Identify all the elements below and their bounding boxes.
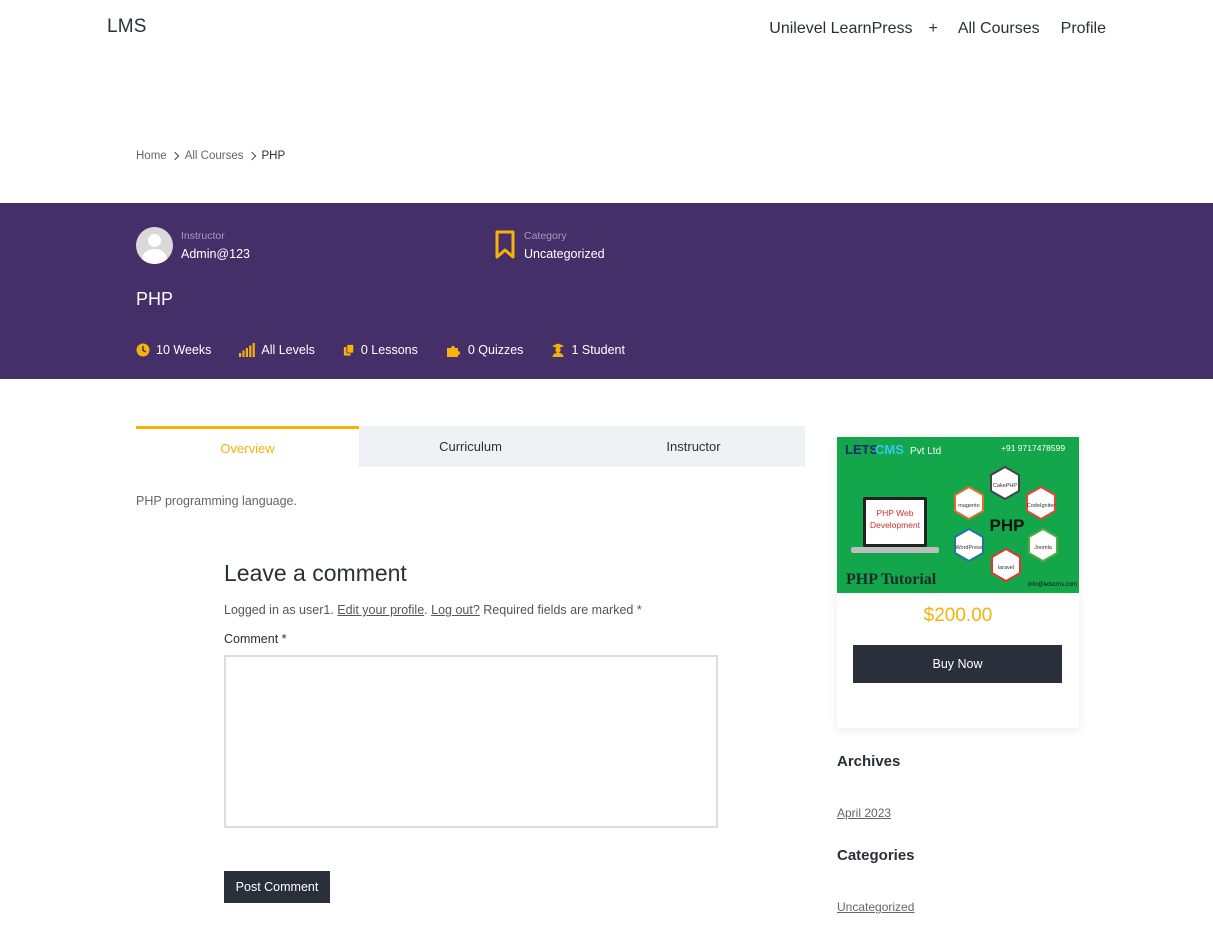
chevron-right-icon xyxy=(170,151,179,161)
hex-label-cakephp: CakePHP xyxy=(993,483,1017,489)
copy-icon xyxy=(343,344,355,356)
nav-item-profile[interactable]: Profile xyxy=(1061,20,1106,38)
post-comment-button[interactable]: Post Comment xyxy=(224,871,330,903)
tab-instructor[interactable]: Instructor xyxy=(582,426,805,467)
required-note: Required fields are marked * xyxy=(483,603,642,617)
stat-lessons-text: 0 Lessons xyxy=(360,343,418,357)
tab-curriculum[interactable]: Curriculum xyxy=(359,426,582,467)
banner-email: info@letscms.com xyxy=(1028,582,1077,588)
hex-label-joomla: Joomla xyxy=(1034,545,1053,551)
breadcrumb-current: PHP xyxy=(261,150,286,162)
category-value[interactable]: Uncategorized xyxy=(524,247,605,261)
stat-duration: 10 Weeks xyxy=(136,343,211,357)
graduate-icon xyxy=(552,343,565,357)
puzzle-icon xyxy=(446,346,460,357)
site-header: LMS Unilevel LearnPress + All Courses Pr… xyxy=(0,0,1213,60)
logout-link[interactable]: Log out? xyxy=(431,603,480,617)
stat-students-text: 1 Student xyxy=(571,343,625,357)
course-stats: 10 Weeks All Levels 0 Lessons 0 Quizzes … xyxy=(136,343,653,357)
hex-label-wordpress: WordPress xyxy=(955,545,982,551)
archives-title: Archives xyxy=(837,753,901,770)
banner-brand-a: LETS xyxy=(845,442,879,457)
php-tutorial-banner: LETS CMS Pvt Ltd +91 9717478599 PHP Web … xyxy=(837,437,1079,593)
comment-label: Comment * xyxy=(224,632,287,646)
site-logo[interactable]: LMS xyxy=(107,16,147,38)
stat-lessons: 0 Lessons xyxy=(343,343,418,357)
edit-profile-link[interactable]: Edit your profile xyxy=(337,603,424,617)
banner-brand-suffix: Pvt Ltd xyxy=(910,446,941,457)
category-label: Category xyxy=(524,230,567,242)
comment-textarea[interactable] xyxy=(224,655,718,828)
banner-caption: PHP Tutorial xyxy=(846,571,937,588)
logged-in-text: Logged in as user1. xyxy=(224,603,334,617)
submenu-plus-icon[interactable]: + xyxy=(928,20,937,38)
course-card: LETS CMS Pvt Ltd +91 9717478599 PHP Web … xyxy=(837,437,1079,728)
logged-in-line: Logged in as user1. Edit your profile. L… xyxy=(224,603,642,617)
tab-overview[interactable]: Overview xyxy=(136,426,359,467)
clock-icon xyxy=(136,343,150,357)
banner-big-text: PHP xyxy=(990,516,1025,535)
breadcrumb-all-courses[interactable]: All Courses xyxy=(185,150,244,162)
banner-brand-b: CMS xyxy=(875,442,904,457)
categories-title: Categories xyxy=(837,847,915,864)
buy-now-button[interactable]: Buy Now xyxy=(853,645,1062,683)
instructor-block: Instructor Admin@123 xyxy=(136,227,250,264)
overview-text: PHP programming language. xyxy=(136,494,297,508)
stat-level: All Levels xyxy=(239,343,315,357)
archive-link-april-2023[interactable]: April 2023 xyxy=(837,806,891,820)
main-nav: Unilevel LearnPress + All Courses Profil… xyxy=(769,20,1106,38)
bookmark-icon xyxy=(495,230,515,259)
stat-level-text: All Levels xyxy=(261,343,315,357)
category-block: Category Uncategorized xyxy=(494,230,605,261)
comment-section: Leave a comment Logged in as user1. Edit… xyxy=(224,560,719,828)
stat-students: 1 Student xyxy=(551,343,625,357)
hex-label-codeigniter: CodeIgniter xyxy=(1027,503,1056,509)
stat-quizzes-text: 0 Quizzes xyxy=(467,343,524,357)
instructor-label: Instructor xyxy=(181,230,225,242)
hex-label-magento: magento xyxy=(958,503,979,509)
chevron-right-icon xyxy=(247,151,256,161)
course-title: PHP xyxy=(136,289,174,309)
stat-quizzes: 0 Quizzes xyxy=(446,343,524,357)
nav-item-unilevel-learnpress[interactable]: Unilevel LearnPress xyxy=(769,20,912,38)
banner-phone: +91 9717478599 xyxy=(1001,443,1065,453)
instructor-name[interactable]: Admin@123 xyxy=(181,247,250,261)
category-link-uncategorized[interactable]: Uncategorized xyxy=(837,900,914,914)
course-tabs: Overview Curriculum Instructor xyxy=(136,426,805,467)
breadcrumb-home[interactable]: Home xyxy=(136,150,167,162)
comment-title: Leave a comment xyxy=(224,560,407,586)
course-hero: Instructor Admin@123 Category Uncategori… xyxy=(0,203,1213,379)
hex-label-laravel: laravel xyxy=(998,565,1014,571)
banner-screen-text-2: Development xyxy=(870,520,921,530)
signal-bars-icon xyxy=(239,343,256,357)
avatar[interactable] xyxy=(136,227,173,264)
breadcrumb: Home All Courses PHP xyxy=(136,150,285,162)
course-thumbnail[interactable]: LETS CMS Pvt Ltd +91 9717478599 PHP Web … xyxy=(837,437,1079,593)
nav-item-all-courses[interactable]: All Courses xyxy=(958,20,1040,38)
banner-screen-text-1: PHP Web xyxy=(876,508,913,518)
stat-duration-text: 10 Weeks xyxy=(156,343,212,357)
course-price: $200.00 xyxy=(923,605,993,626)
